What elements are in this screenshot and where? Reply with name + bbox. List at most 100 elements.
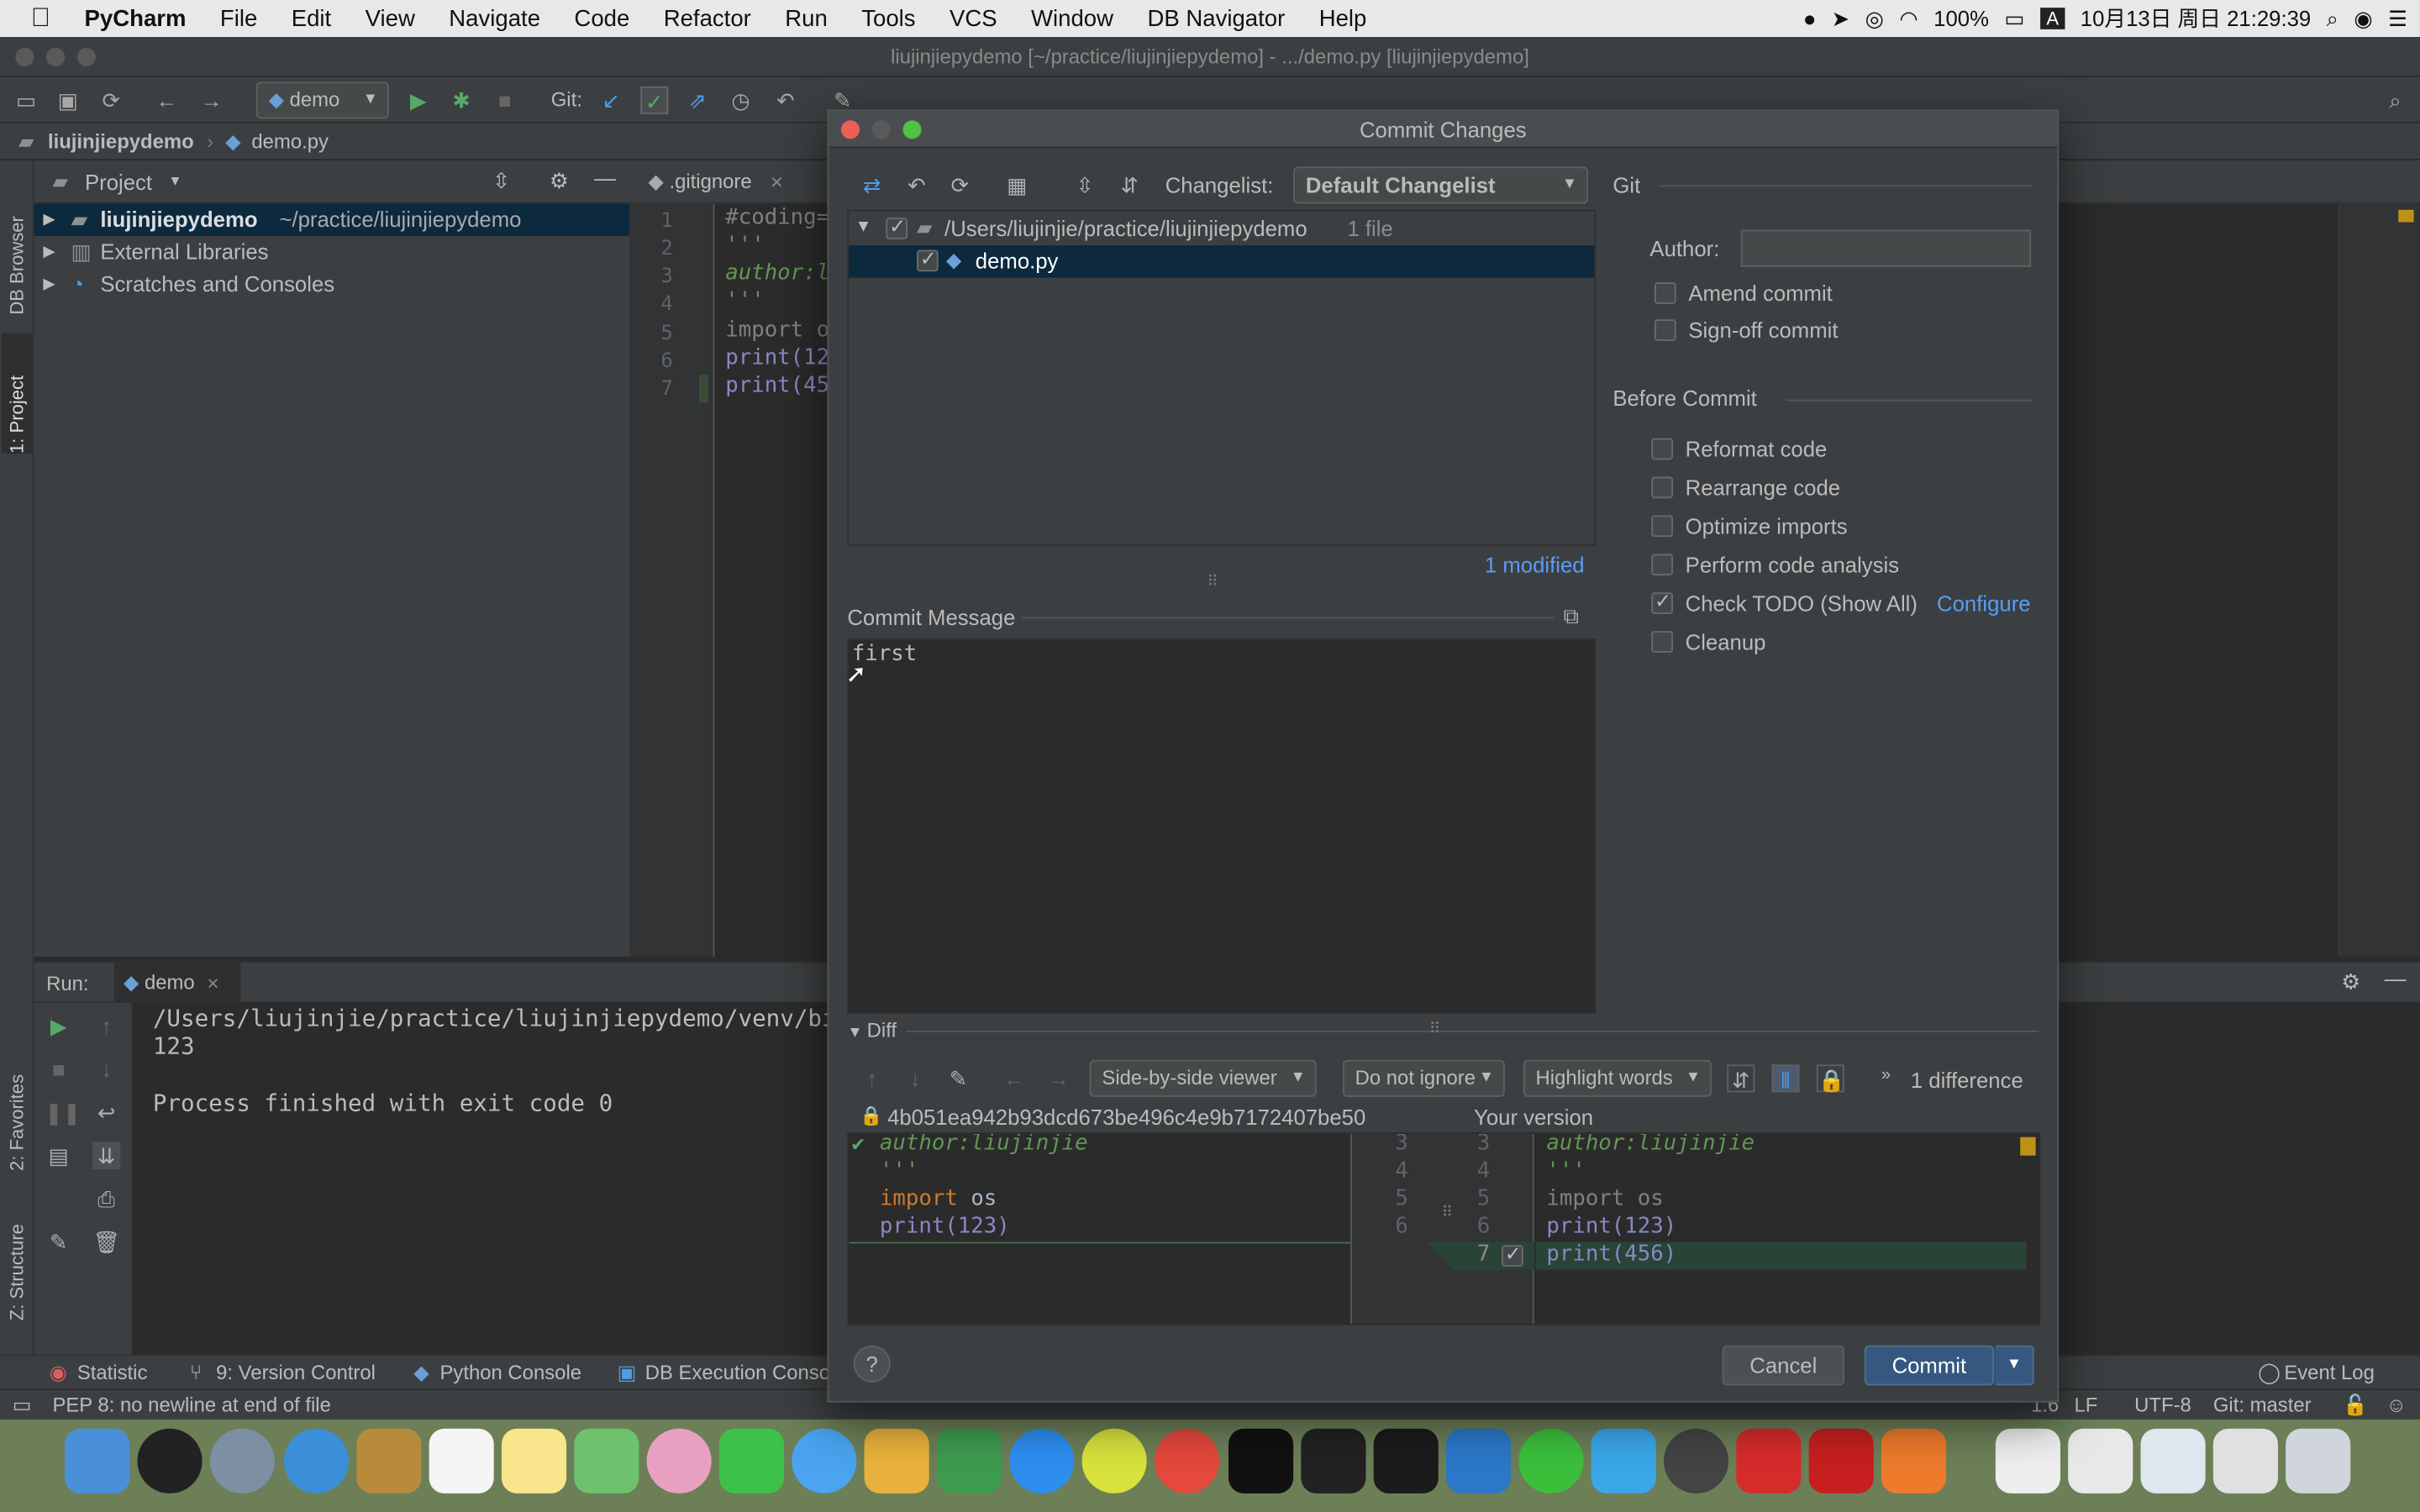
structure-tab[interactable]: Z: Structure — [5, 1197, 29, 1320]
back-icon[interactable]: ← — [1000, 1064, 1028, 1092]
send-icon[interactable]: ➤ — [1832, 5, 1850, 31]
soft-wrap-icon[interactable]: ↩ — [92, 1099, 120, 1126]
line-separator[interactable]: LF — [2075, 1394, 2098, 1417]
system-preferences-icon[interactable] — [1663, 1428, 1729, 1494]
menu-window[interactable]: Window — [1014, 5, 1130, 31]
diff-toggle[interactable]: ▼ Diff — [847, 1018, 897, 1042]
window-zoom-button[interactable] — [76, 47, 96, 66]
file-checkbox[interactable] — [916, 247, 939, 272]
root-checkbox[interactable] — [886, 214, 908, 239]
calendar-icon[interactable] — [429, 1428, 494, 1494]
menu-run[interactable]: Run — [768, 5, 844, 31]
photos-icon[interactable] — [646, 1428, 712, 1494]
youdao-icon[interactable] — [1736, 1428, 1802, 1494]
screenshot-icon[interactable] — [2212, 1428, 2278, 1494]
breadcrumb-file[interactable]: demo.py — [251, 129, 329, 153]
edit-source-icon[interactable]: ✎ — [944, 1064, 972, 1092]
cleanup-checkbox[interactable] — [1651, 631, 1673, 653]
print-icon[interactable]: ⎙ — [92, 1185, 120, 1213]
refresh-icon[interactable]: ⟳ — [946, 171, 974, 199]
trash-icon[interactable]: 🗑 — [92, 1228, 120, 1256]
forward-icon[interactable]: → — [1044, 1064, 1072, 1092]
rerun-icon[interactable]: ▶ — [45, 1012, 72, 1040]
pin-icon[interactable]: ✎ — [45, 1228, 72, 1256]
menu-help[interactable]: Help — [1302, 5, 1383, 31]
db-browser-tab[interactable]: DB Browser — [5, 176, 29, 315]
collapse-all-icon[interactable]: ⇳ — [492, 168, 511, 194]
scroll-to-end-icon[interactable]: ⇊ — [92, 1142, 121, 1170]
author-input[interactable] — [1740, 229, 2032, 267]
project-tab[interactable]: 1: Project — [1, 333, 33, 454]
toggle-tool-windows-icon[interactable]: ▭ — [13, 1394, 32, 1418]
next-diff-icon[interactable]: ↓ — [902, 1064, 929, 1092]
menu-tools[interactable]: Tools — [844, 5, 933, 31]
favorites-tab[interactable]: 2: Favorites — [5, 1032, 29, 1171]
scroll-down-icon[interactable]: ↓ — [92, 1055, 120, 1083]
reformat-code-checkbox[interactable] — [1651, 438, 1673, 460]
tree-item-scratches[interactable]: ▶ ◔ Scratches and Consoles — [34, 269, 629, 302]
viewer-select[interactable]: Side-by-side viewer ▼ — [1089, 1059, 1317, 1097]
git-branch[interactable]: Git: master — [2213, 1394, 2312, 1417]
collapse-unchanged-icon[interactable]: ⇵ — [1727, 1064, 1755, 1093]
maps-icon[interactable] — [574, 1428, 639, 1494]
chevron-down-icon[interactable]: ▼ — [168, 173, 182, 188]
run-config-select[interactable]: ◆ demo ▼ — [255, 81, 389, 119]
help-button[interactable]: ? — [853, 1345, 891, 1383]
menu-edit[interactable]: Edit — [275, 5, 349, 31]
check-todo-checkbox[interactable] — [1651, 590, 1673, 615]
zip-file-icon[interactable] — [2140, 1428, 2206, 1494]
splitter-handle-icon[interactable]: ⠿ — [1429, 1021, 1440, 1038]
dialog-minimize-button[interactable] — [871, 120, 891, 139]
include-change-checkbox[interactable] — [1502, 1242, 1523, 1267]
changelist-select[interactable]: Default Changelist ▼ — [1293, 166, 1588, 204]
expand-all-icon[interactable]: ⇳ — [1071, 171, 1099, 199]
zip-file-icon[interactable] — [1995, 1428, 2060, 1494]
more-icon[interactable]: » — [1881, 1066, 1891, 1084]
expand-arrow-icon[interactable]: ▶ — [43, 236, 55, 269]
intellij-icon[interactable] — [1301, 1428, 1366, 1494]
previous-diff-icon[interactable]: ↑ — [858, 1064, 886, 1092]
tree-item-project[interactable]: ▶ ▰ liujinjiepydemo ~/practice/liujinjie… — [34, 203, 630, 237]
finder-icon[interactable] — [65, 1428, 130, 1494]
menu-code[interactable]: Code — [557, 5, 646, 31]
menu-file[interactable]: File — [203, 5, 275, 31]
expand-arrow-icon[interactable]: ▶ — [43, 203, 55, 236]
search-everywhere-icon[interactable]: ⌕ — [2381, 87, 2409, 114]
window-close-button[interactable] — [15, 47, 34, 66]
sublime-icon[interactable] — [1881, 1428, 1947, 1494]
save-icon[interactable]: ▣ — [54, 87, 82, 114]
numbers-icon[interactable] — [936, 1428, 1002, 1494]
notes-icon[interactable] — [501, 1428, 567, 1494]
siri-icon[interactable]: ◉ — [2354, 5, 2372, 31]
gear-icon[interactable]: ⚙ — [550, 168, 569, 194]
facetime-icon[interactable] — [718, 1428, 785, 1494]
pages-icon[interactable] — [864, 1428, 929, 1494]
tree-file-row[interactable]: ◆ demo.py — [849, 245, 1595, 278]
inspector-icon[interactable]: ☺ — [2386, 1394, 2407, 1417]
datetime[interactable]: 10月13日 周日 21:29:39 — [2081, 3, 2311, 34]
pdf-icon[interactable] — [1808, 1428, 1874, 1494]
optimize-imports-checkbox[interactable] — [1651, 515, 1673, 538]
close-icon[interactable]: ✕ — [207, 977, 219, 994]
project-panel-title[interactable]: Project — [85, 170, 152, 194]
debug-icon[interactable]: ✱ — [448, 87, 476, 114]
battery-icon[interactable]: ▭ — [2004, 5, 2024, 31]
breadcrumb-project[interactable]: liujinjiepydemo — [48, 129, 194, 153]
menu-app-name[interactable]: PyCharm — [67, 5, 203, 31]
hide-panel-icon[interactable]: — — [594, 165, 616, 190]
sync-icon[interactable]: ⟳ — [97, 87, 125, 114]
stop-icon[interactable]: ■ — [491, 87, 518, 114]
amend-commit-checkbox[interactable] — [1654, 282, 1676, 304]
configure-link[interactable]: Configure — [1937, 591, 2030, 615]
run-tab-demo[interactable]: ◆ demo ✕ — [113, 963, 241, 1003]
wifi-icon[interactable]: ◠ — [1899, 5, 1918, 31]
commit-message-input[interactable]: first ➚ — [846, 638, 1597, 1014]
run-icon[interactable]: ▶ — [404, 87, 432, 114]
expand-arrow-icon[interactable]: ▼ — [855, 218, 872, 236]
diff-right-pane[interactable]: author:liujinjie ''' import os print(123… — [1535, 1134, 2039, 1324]
window-minimize-button[interactable] — [46, 47, 66, 66]
hide-panel-icon[interactable]: — — [2385, 966, 2407, 990]
input-method[interactable]: A — [2040, 8, 2065, 29]
stop-icon[interactable]: ■ — [45, 1055, 72, 1083]
show-diff-icon[interactable]: ⇄ — [858, 171, 886, 199]
